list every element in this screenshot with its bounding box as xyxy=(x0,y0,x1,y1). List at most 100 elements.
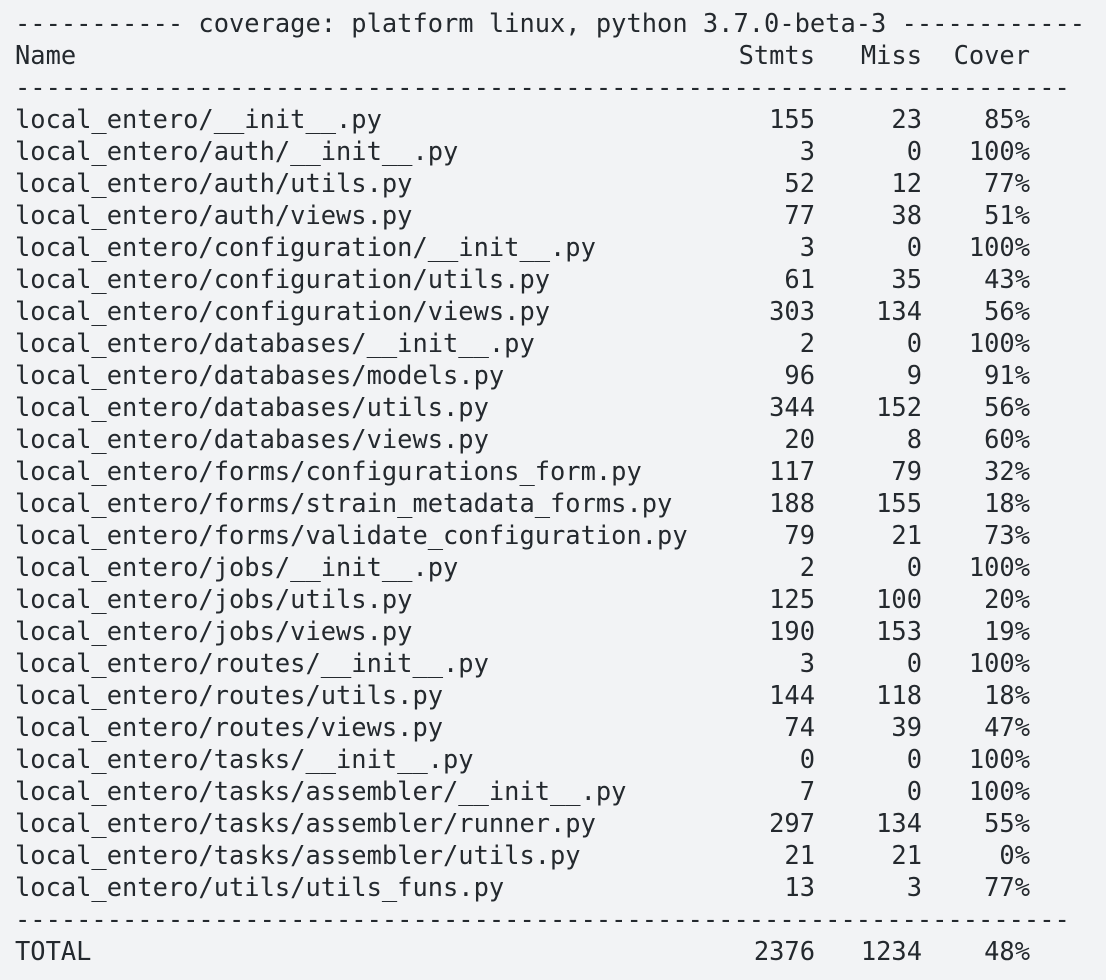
column-header-stmts: Stmts xyxy=(738,40,815,70)
cover-value: 100% xyxy=(968,776,1030,806)
miss-value: 153 xyxy=(876,616,922,646)
table-row: local_entero/databases/models.py 96 9 91% xyxy=(15,359,1045,391)
cover-value: 20% xyxy=(984,584,1030,614)
miss-value: 0 xyxy=(906,776,922,806)
miss-value: 0 xyxy=(906,136,922,166)
table-row: local_entero/routes/views.py 74 39 47% xyxy=(15,711,1045,743)
miss-value: 152 xyxy=(876,392,922,422)
file-name: local_entero/jobs/utils.py xyxy=(15,584,413,614)
miss-value: 39 xyxy=(891,712,922,742)
table-row: local_entero/auth/utils.py 52 12 77% xyxy=(15,167,1045,199)
table-row: local_entero/auth/__init__.py 3 0 100% xyxy=(15,135,1045,167)
cover-value: 77% xyxy=(984,872,1030,902)
table-row: local_entero/jobs/views.py 190 153 19% xyxy=(15,615,1045,647)
cover-value: 18% xyxy=(984,680,1030,710)
file-name: local_entero/forms/configurations_form.p… xyxy=(15,456,642,486)
cover-value: 91% xyxy=(984,360,1030,390)
coverage-report: ----------- coverage: platform linux, py… xyxy=(0,0,1106,980)
file-name: local_entero/routes/views.py xyxy=(15,712,444,742)
stmts-value: 155 xyxy=(769,104,815,134)
cover-value: 19% xyxy=(984,616,1030,646)
table-row: local_entero/forms/configurations_form.p… xyxy=(15,455,1045,487)
cover-value: 51% xyxy=(984,200,1030,230)
table-row: local_entero/tasks/__init__.py 0 0 100% xyxy=(15,743,1045,775)
file-name: local_entero/auth/utils.py xyxy=(15,168,413,198)
stmts-value: 144 xyxy=(769,680,815,710)
miss-value: 79 xyxy=(891,456,922,486)
miss-value: 0 xyxy=(906,328,922,358)
table-row: local_entero/databases/views.py 20 8 60% xyxy=(15,423,1045,455)
separator-bottom: ----------------------------------------… xyxy=(15,904,1070,934)
stmts-value: 52 xyxy=(784,168,815,198)
stmts-value: 3 xyxy=(799,232,815,262)
file-name: local_entero/tasks/assembler/runner.py xyxy=(15,808,596,838)
stmts-value: 190 xyxy=(769,616,815,646)
miss-value: 0 xyxy=(906,232,922,262)
total-miss: 1234 xyxy=(860,936,922,966)
miss-value: 12 xyxy=(891,168,922,198)
file-name: local_entero/configuration/utils.py xyxy=(15,264,551,294)
cover-value: 100% xyxy=(968,744,1030,774)
cover-value: 73% xyxy=(984,520,1030,550)
file-name: local_entero/jobs/__init__.py xyxy=(15,552,459,582)
file-name: local_entero/databases/models.py xyxy=(15,360,505,390)
table-row: local_entero/utils/utils_funs.py 13 3 77% xyxy=(15,871,1045,903)
table-row: local_entero/jobs/utils.py 125 100 20% xyxy=(15,583,1045,615)
total-label: TOTAL xyxy=(15,936,92,966)
separator-top: ----------------------------------------… xyxy=(15,72,1070,102)
cover-value: 32% xyxy=(984,456,1030,486)
file-name: local_entero/forms/validate_configuratio… xyxy=(15,520,688,550)
miss-value: 21 xyxy=(891,840,922,870)
file-name: local_entero/jobs/views.py xyxy=(15,616,413,646)
miss-value: 35 xyxy=(891,264,922,294)
table-row: local_entero/auth/views.py 77 38 51% xyxy=(15,199,1045,231)
cover-value: 43% xyxy=(984,264,1030,294)
stmts-value: 74 xyxy=(784,712,815,742)
table-row: local_entero/routes/__init__.py 3 0 100% xyxy=(15,647,1045,679)
column-header-miss: Miss xyxy=(860,40,922,70)
file-name: local_entero/auth/views.py xyxy=(15,200,413,230)
cover-value: 55% xyxy=(984,808,1030,838)
total-cover: 48% xyxy=(984,936,1030,966)
stmts-value: 79 xyxy=(784,520,815,550)
stmts-value: 344 xyxy=(769,392,815,422)
stmts-value: 21 xyxy=(784,840,815,870)
cover-value: 56% xyxy=(984,392,1030,422)
miss-value: 38 xyxy=(891,200,922,230)
file-name: local_entero/forms/strain_metadata_forms… xyxy=(15,488,673,518)
table-row: local_entero/tasks/assembler/__init__.py… xyxy=(15,775,1045,807)
table-row: local_entero/tasks/assembler/utils.py 21 2… xyxy=(15,839,1045,871)
miss-value: 0 xyxy=(906,648,922,678)
file-name: local_entero/tasks/assembler/utils.py xyxy=(15,840,581,870)
cover-value: 100% xyxy=(968,328,1030,358)
file-name: local_entero/routes/utils.py xyxy=(15,680,444,710)
cover-value: 0% xyxy=(999,840,1030,870)
file-name: local_entero/utils/utils_funs.py xyxy=(15,872,505,902)
stmts-value: 125 xyxy=(769,584,815,614)
miss-value: 0 xyxy=(906,552,922,582)
table-row: local_entero/jobs/__init__.py 2 0 100% xyxy=(15,551,1045,583)
cover-value: 100% xyxy=(968,648,1030,678)
cover-value: 100% xyxy=(968,552,1030,582)
file-name: local_entero/routes/__init__.py xyxy=(15,648,489,678)
table-row: local_entero/configuration/__init__.py 3 0… xyxy=(15,231,1045,263)
file-name: local_entero/databases/views.py xyxy=(15,424,489,454)
file-name: local_entero/auth/__init__.py xyxy=(15,136,459,166)
column-header-cover: Cover xyxy=(953,40,1030,70)
column-header-name: Name xyxy=(15,40,77,70)
table-row: local_entero/routes/utils.py 144 118 18% xyxy=(15,679,1045,711)
miss-value: 118 xyxy=(876,680,922,710)
table-row: local_entero/databases/utils.py 344 152 56% xyxy=(15,391,1045,423)
miss-value: 23 xyxy=(891,104,922,134)
cover-value: 47% xyxy=(984,712,1030,742)
miss-value: 134 xyxy=(876,296,922,326)
stmts-value: 3 xyxy=(799,136,815,166)
miss-value: 134 xyxy=(876,808,922,838)
stmts-value: 13 xyxy=(784,872,815,902)
miss-value: 100 xyxy=(876,584,922,614)
total-stmts: 2376 xyxy=(753,936,815,966)
file-name: local_entero/databases/utils.py xyxy=(15,392,489,422)
stmts-value: 3 xyxy=(799,648,815,678)
stmts-value: 188 xyxy=(769,488,815,518)
file-name: local_entero/configuration/__init__.py xyxy=(15,232,596,262)
